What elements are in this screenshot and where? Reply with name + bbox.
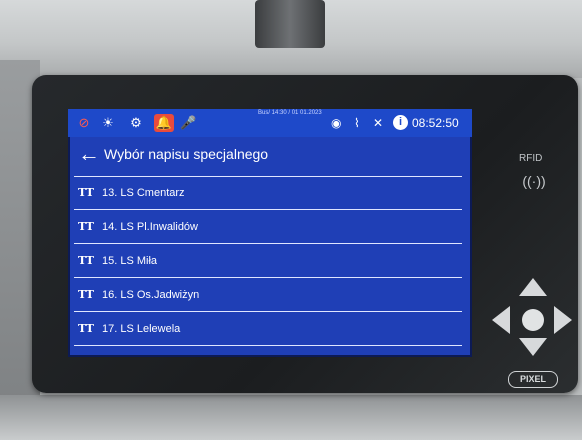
divider — [74, 311, 462, 312]
divider — [74, 243, 462, 244]
rss-icon: ⌇ — [354, 116, 360, 130]
list-item[interactable]: TT 14. LS Pl.Inwalidów — [68, 213, 472, 243]
list-item-label: 16. LS Os.Jadwiżyn — [102, 289, 200, 301]
list-item[interactable]: TT 16. LS Os.Jadwiżyn — [68, 281, 472, 311]
clock: 08:52:50 — [412, 116, 459, 130]
arrow-up-button[interactable] — [519, 278, 547, 296]
brightness-icon[interactable]: ☀ — [100, 115, 116, 131]
bell-icon[interactable]: 🔔 — [154, 114, 174, 132]
list-item[interactable]: TT 15. LS Miła — [68, 247, 472, 277]
text-size-icon: TT — [78, 220, 94, 233]
title-bar: ← Wybór napisu specjalnego — [68, 139, 472, 171]
text-size-icon: TT — [78, 288, 94, 301]
gear-icon[interactable]: ⚙ — [128, 115, 144, 131]
rfid-label: RFID — [519, 153, 543, 164]
divider — [74, 277, 462, 278]
fault-icon[interactable]: ⊘ — [76, 115, 92, 131]
status-small-text: Bus/ 14:30 / 01 01.2023 — [258, 110, 322, 116]
background-bottom — [0, 395, 582, 440]
list-item[interactable]: TT 13. LS Cmentarz — [68, 179, 472, 209]
info-icon[interactable]: i — [393, 115, 408, 130]
mount-bracket — [255, 0, 325, 48]
text-size-icon: TT — [78, 254, 94, 267]
list-item-label: 13. LS Cmentarz — [102, 187, 185, 199]
divider — [74, 209, 462, 210]
list-item-label: 15. LS Miła — [102, 255, 158, 267]
brand-logo: PIXEL — [508, 371, 558, 388]
text-size-icon: TT — [78, 186, 94, 199]
list-item[interactable]: TT 17. LS Lelewela — [68, 315, 472, 345]
divider — [74, 345, 462, 346]
arrow-left-button[interactable] — [492, 306, 510, 334]
screen: ⊘ ☀ ⚙ 🔔 🎤 Bus/ 14:30 / 01 01.2023 ◉ ⌇ ✕ … — [68, 109, 472, 357]
ok-button[interactable] — [522, 309, 544, 331]
text-size-icon: TT — [78, 322, 94, 335]
arrow-right-button[interactable] — [554, 306, 572, 334]
mic-icon[interactable]: 🎤 — [180, 115, 196, 131]
arrow-down-button[interactable] — [519, 338, 547, 356]
list-item-label: 17. LS Lelewela — [102, 323, 181, 335]
location-icon: ◉ — [331, 116, 342, 130]
list-item-label: 14. LS Pl.Inwalidów — [102, 221, 198, 233]
page-title: Wybór napisu specjalnego — [104, 146, 269, 162]
divider — [74, 176, 462, 177]
back-arrow-icon[interactable]: ← — [78, 141, 100, 167]
status-bar: ⊘ ☀ ⚙ 🔔 🎤 Bus/ 14:30 / 01 01.2023 ◉ ⌇ ✕ … — [68, 109, 472, 137]
rfid-icon: ((·)) — [522, 173, 546, 189]
signal-icon: ✕ — [373, 116, 384, 130]
